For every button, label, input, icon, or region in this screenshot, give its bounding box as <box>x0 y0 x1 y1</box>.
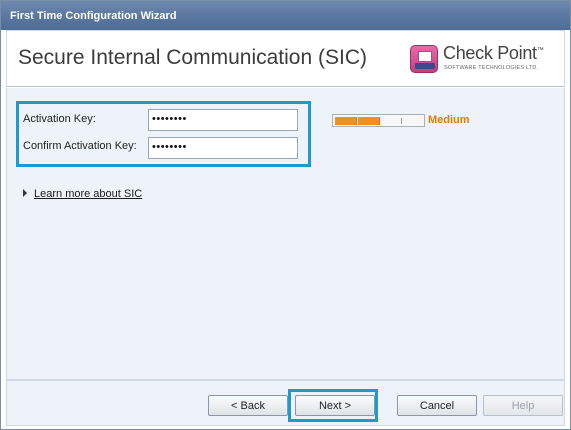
check-point-logo-icon <box>410 45 438 73</box>
wizard-window: First Time Configuration Wizard Secure I… <box>0 0 571 430</box>
cancel-button[interactable]: Cancel <box>397 395 477 416</box>
key-strength-label: Medium <box>428 114 470 126</box>
back-button[interactable]: < Back <box>208 395 288 416</box>
learn-more-sic-link[interactable]: Learn more about SIC <box>23 188 142 200</box>
strength-segment <box>358 117 380 125</box>
strength-segment <box>335 117 357 125</box>
help-button[interactable]: Help <box>483 395 563 416</box>
learn-more-sic-text[interactable]: Learn more about SIC <box>34 188 142 200</box>
logo-tagline: SOFTWARE TECHNOLOGIES LTD. <box>444 65 539 71</box>
window-titlebar[interactable]: First Time Configuration Wizard <box>1 1 570 30</box>
window-title: First Time Configuration Wizard <box>10 10 177 22</box>
wizard-content: Activation Key: •••••••• Confirm Activat… <box>6 88 565 380</box>
expand-arrow-icon <box>23 189 27 197</box>
next-button[interactable]: Next > <box>295 395 375 416</box>
activation-key-field[interactable]: •••••••• <box>148 109 298 131</box>
page-title: Secure Internal Communication (SIC) <box>18 46 367 69</box>
wizard-header: Secure Internal Communication (SIC) Chec… <box>6 30 565 87</box>
logo-trademark: ™ <box>536 47 544 54</box>
logo-name: Check Point <box>443 43 537 63</box>
confirm-activation-key-field[interactable]: •••••••• <box>148 137 298 159</box>
activation-key-label: Activation Key: <box>23 113 96 125</box>
wizard-footer: < Back Next > Cancel Help <box>6 380 565 426</box>
strength-tick <box>401 118 402 124</box>
confirm-activation-key-label: Confirm Activation Key: <box>23 140 137 152</box>
key-strength-meter <box>332 114 425 127</box>
check-point-logo: Check Point™ SOFTWARE TECHNOLOGIES LTD. <box>410 43 546 76</box>
